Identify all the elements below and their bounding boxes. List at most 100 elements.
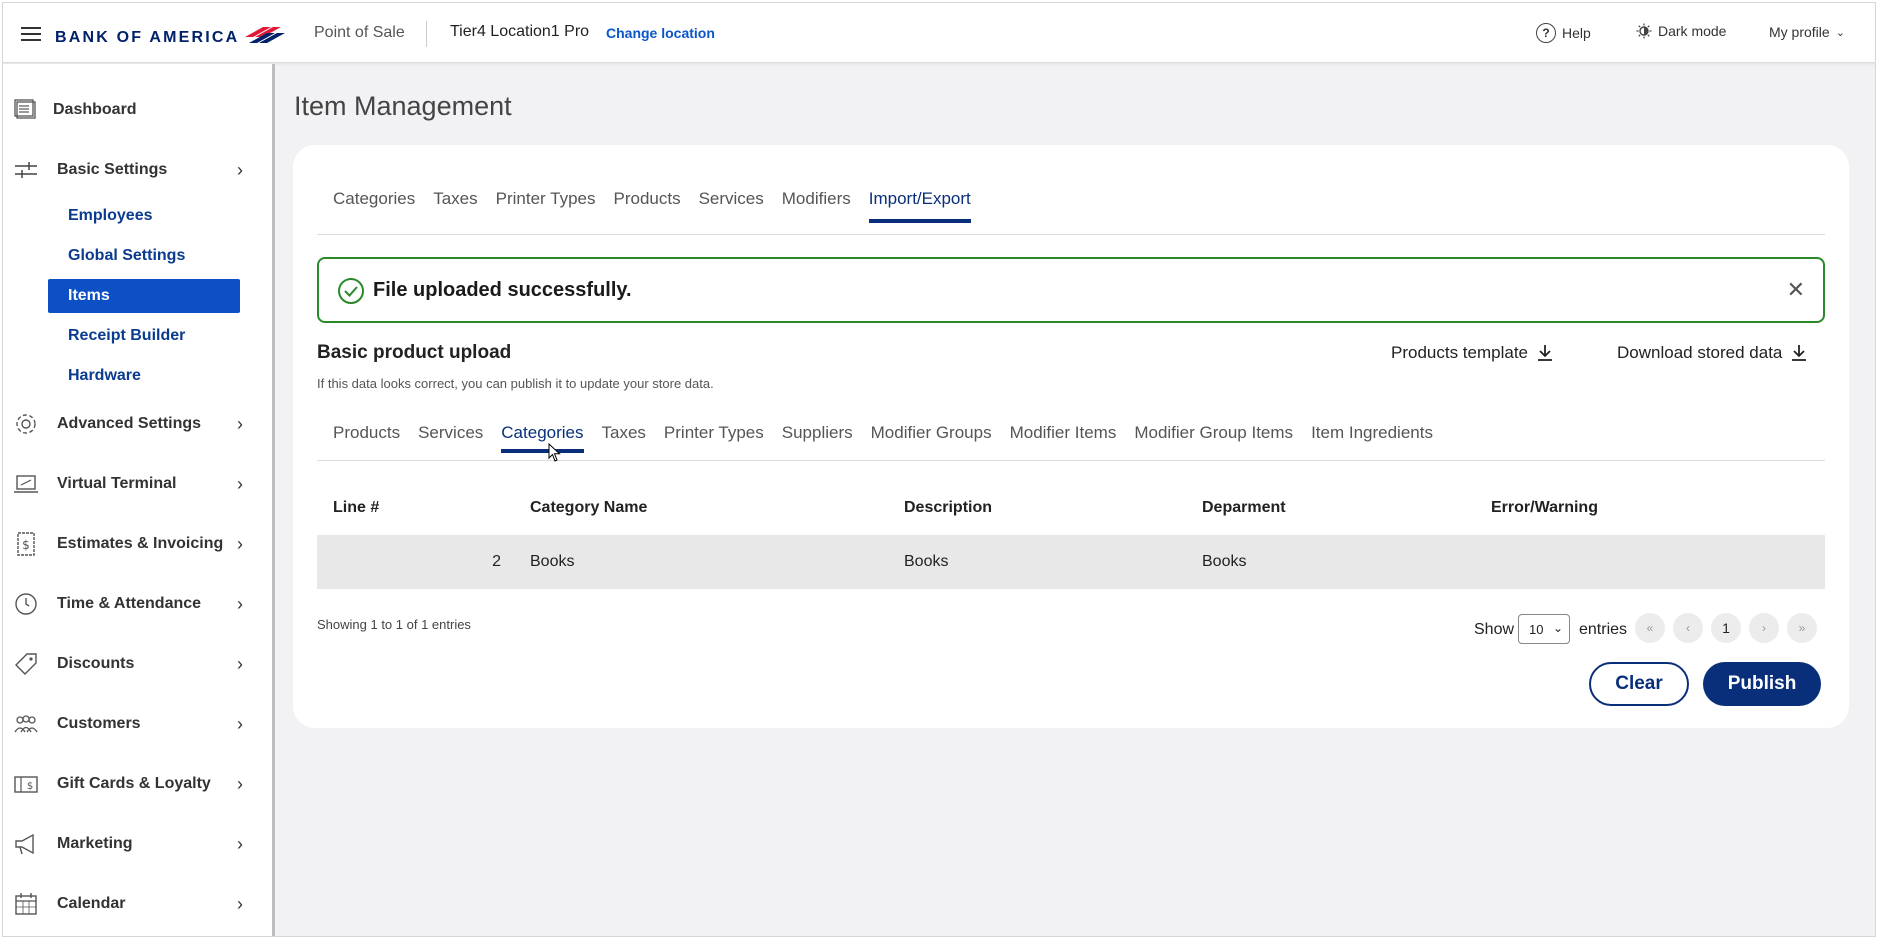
subtab-modifier-groups[interactable]: Modifier Groups (871, 423, 992, 453)
entries-label: entries (1579, 621, 1628, 638)
chevron-right-icon: › (237, 713, 243, 734)
change-location-link[interactable]: Change location (606, 25, 715, 41)
svg-text:$: $ (22, 538, 30, 552)
sidebar-subitem-hardware[interactable]: Hardware (48, 359, 240, 393)
tab-modifiers[interactable]: Modifiers (782, 189, 851, 223)
import-export-card: Categories Taxes Printer Types Products … (293, 145, 1849, 728)
app-name: Point of Sale (314, 24, 405, 41)
subtab-taxes[interactable]: Taxes (602, 423, 646, 453)
sidebar-item-advanced-settings[interactable]: Advanced Settings › (3, 404, 271, 444)
sidebar-subitem-receipt-builder[interactable]: Receipt Builder (48, 319, 240, 353)
tab-taxes[interactable]: Taxes (433, 189, 477, 223)
profile-label: My profile (1769, 24, 1830, 40)
entries-per-page-select[interactable]: 10 ⌄ (1518, 614, 1570, 644)
chevron-right-icon: › (237, 833, 243, 854)
clear-button[interactable]: Clear (1589, 662, 1689, 706)
menu-icon[interactable] (21, 27, 41, 41)
header-divider (426, 21, 427, 47)
sidebar-item-discounts[interactable]: Discounts › (3, 644, 271, 684)
top-bar: BANK OF AMERICA Point of Sale Tier4 Loca… (3, 3, 1875, 63)
sidebar-item-basic-settings[interactable]: Basic Settings › (3, 150, 271, 190)
cell-description: Books (904, 553, 949, 570)
tab-products[interactable]: Products (613, 189, 680, 223)
subtab-modifier-items[interactable]: Modifier Items (1010, 423, 1117, 453)
pagination-first[interactable]: « (1635, 613, 1665, 643)
pagination-next[interactable]: › (1749, 613, 1779, 643)
laptop-icon (14, 475, 38, 493)
subtab-item-ingredients[interactable]: Item Ingredients (1311, 423, 1433, 453)
chevron-right-icon: › (237, 159, 243, 180)
cell-line: 2 (492, 553, 501, 570)
sidebar-subitem-items[interactable]: Items (48, 279, 240, 313)
pagination-last[interactable]: » (1787, 613, 1817, 643)
sidebar-item-calendar[interactable]: Calendar › (3, 884, 271, 924)
gear-icon (16, 414, 36, 434)
sidebar-item-marketing[interactable]: Marketing › (3, 824, 271, 864)
sidebar-subitem-employees[interactable]: Employees (48, 199, 240, 233)
subtab-products[interactable]: Products (333, 423, 400, 453)
subtab-categories[interactable]: Categories (501, 423, 584, 453)
sidebar-item-dashboard[interactable]: Dashboard (3, 90, 271, 130)
sidebar-label-basic-settings: Basic Settings (57, 161, 168, 178)
subtab-suppliers[interactable]: Suppliers (782, 423, 853, 453)
sidebar-item-time-attendance[interactable]: Time & Attendance › (3, 584, 271, 624)
help-icon: ? (1536, 23, 1556, 43)
publish-button[interactable]: Publish (1703, 662, 1821, 706)
tab-printer-types[interactable]: Printer Types (496, 189, 596, 223)
svg-text:$: $ (27, 781, 33, 792)
profile-menu[interactable]: My profile ⌄ (1769, 24, 1845, 40)
users-icon (14, 715, 38, 733)
sidebar-label-estimates-invoicing: Estimates & Invoicing (57, 535, 224, 552)
subtabs-divider (317, 460, 1825, 461)
sidebar-item-customers[interactable]: Customers › (3, 704, 271, 744)
clock-icon (15, 593, 37, 615)
chevron-down-icon: ⌄ (1835, 26, 1845, 39)
tabs-divider (317, 234, 1825, 235)
chevron-right-icon: › (237, 773, 243, 794)
alert-message: File uploaded successfully. (373, 279, 632, 301)
sidebar-item-gift-cards-loyalty[interactable]: $ Gift Cards & Loyalty › (3, 764, 271, 804)
chevron-right-icon: › (237, 653, 243, 674)
tab-categories[interactable]: Categories (333, 189, 415, 223)
megaphone-icon (15, 833, 34, 855)
close-icon[interactable]: ✕ (1787, 277, 1805, 303)
pagination-page-1[interactable]: 1 (1711, 613, 1741, 643)
dark-mode-label: Dark mode (1658, 23, 1727, 39)
download-icon (1792, 345, 1807, 361)
subtab-printer-types[interactable]: Printer Types (664, 423, 764, 453)
download-stored-data-link[interactable]: Download stored data (1617, 343, 1808, 363)
entries-per-page-value: 10 (1529, 621, 1544, 637)
mouse-cursor-icon (548, 443, 561, 462)
dark-mode-toggle[interactable]: Dark mode (1636, 23, 1726, 39)
brightness-icon (1636, 23, 1652, 39)
chevron-right-icon: › (237, 413, 243, 434)
subtab-modifier-group-items[interactable]: Modifier Group Items (1134, 423, 1293, 453)
help-label: Help (1562, 25, 1591, 41)
calendar-icon (15, 893, 37, 915)
column-header-error-warning: Error/Warning (1491, 499, 1598, 516)
tab-services[interactable]: Services (699, 189, 764, 223)
column-header-description: Description (904, 499, 993, 516)
sidebar-label-advanced-settings: Advanced Settings (57, 415, 202, 432)
sidebar-subitem-global-settings[interactable]: Global Settings (48, 239, 240, 273)
chevron-right-icon: › (237, 893, 243, 914)
sidebar-label-gift-cards-loyalty: Gift Cards & Loyalty (57, 775, 211, 792)
page-title: Item Management (294, 91, 512, 121)
gift-card-icon: $ (14, 776, 38, 793)
dashboard-icon (14, 99, 36, 119)
help-button[interactable]: ? Help (1536, 23, 1591, 43)
products-template-link[interactable]: Products template (1391, 343, 1554, 363)
sidebar-item-estimates-invoicing[interactable]: $ Estimates & Invoicing › (3, 524, 271, 564)
check-circle-icon (338, 278, 364, 304)
column-header-category-name: Category Name (530, 499, 648, 516)
pagination-prev[interactable]: ‹ (1673, 613, 1703, 643)
subtab-services[interactable]: Services (418, 423, 483, 453)
sidebar-label-discounts: Discounts (57, 655, 135, 672)
products-template-label: Products template (1391, 343, 1529, 362)
chevron-down-icon: ⌄ (1552, 621, 1563, 635)
sidebar-label-time-attendance: Time & Attendance (57, 595, 202, 612)
sidebar-item-virtual-terminal[interactable]: Virtual Terminal › (3, 464, 271, 504)
app-window: BANK OF AMERICA Point of Sale Tier4 Loca… (2, 2, 1876, 937)
tab-import-export[interactable]: Import/Export (868, 189, 971, 223)
flag-logo-icon (245, 27, 285, 43)
